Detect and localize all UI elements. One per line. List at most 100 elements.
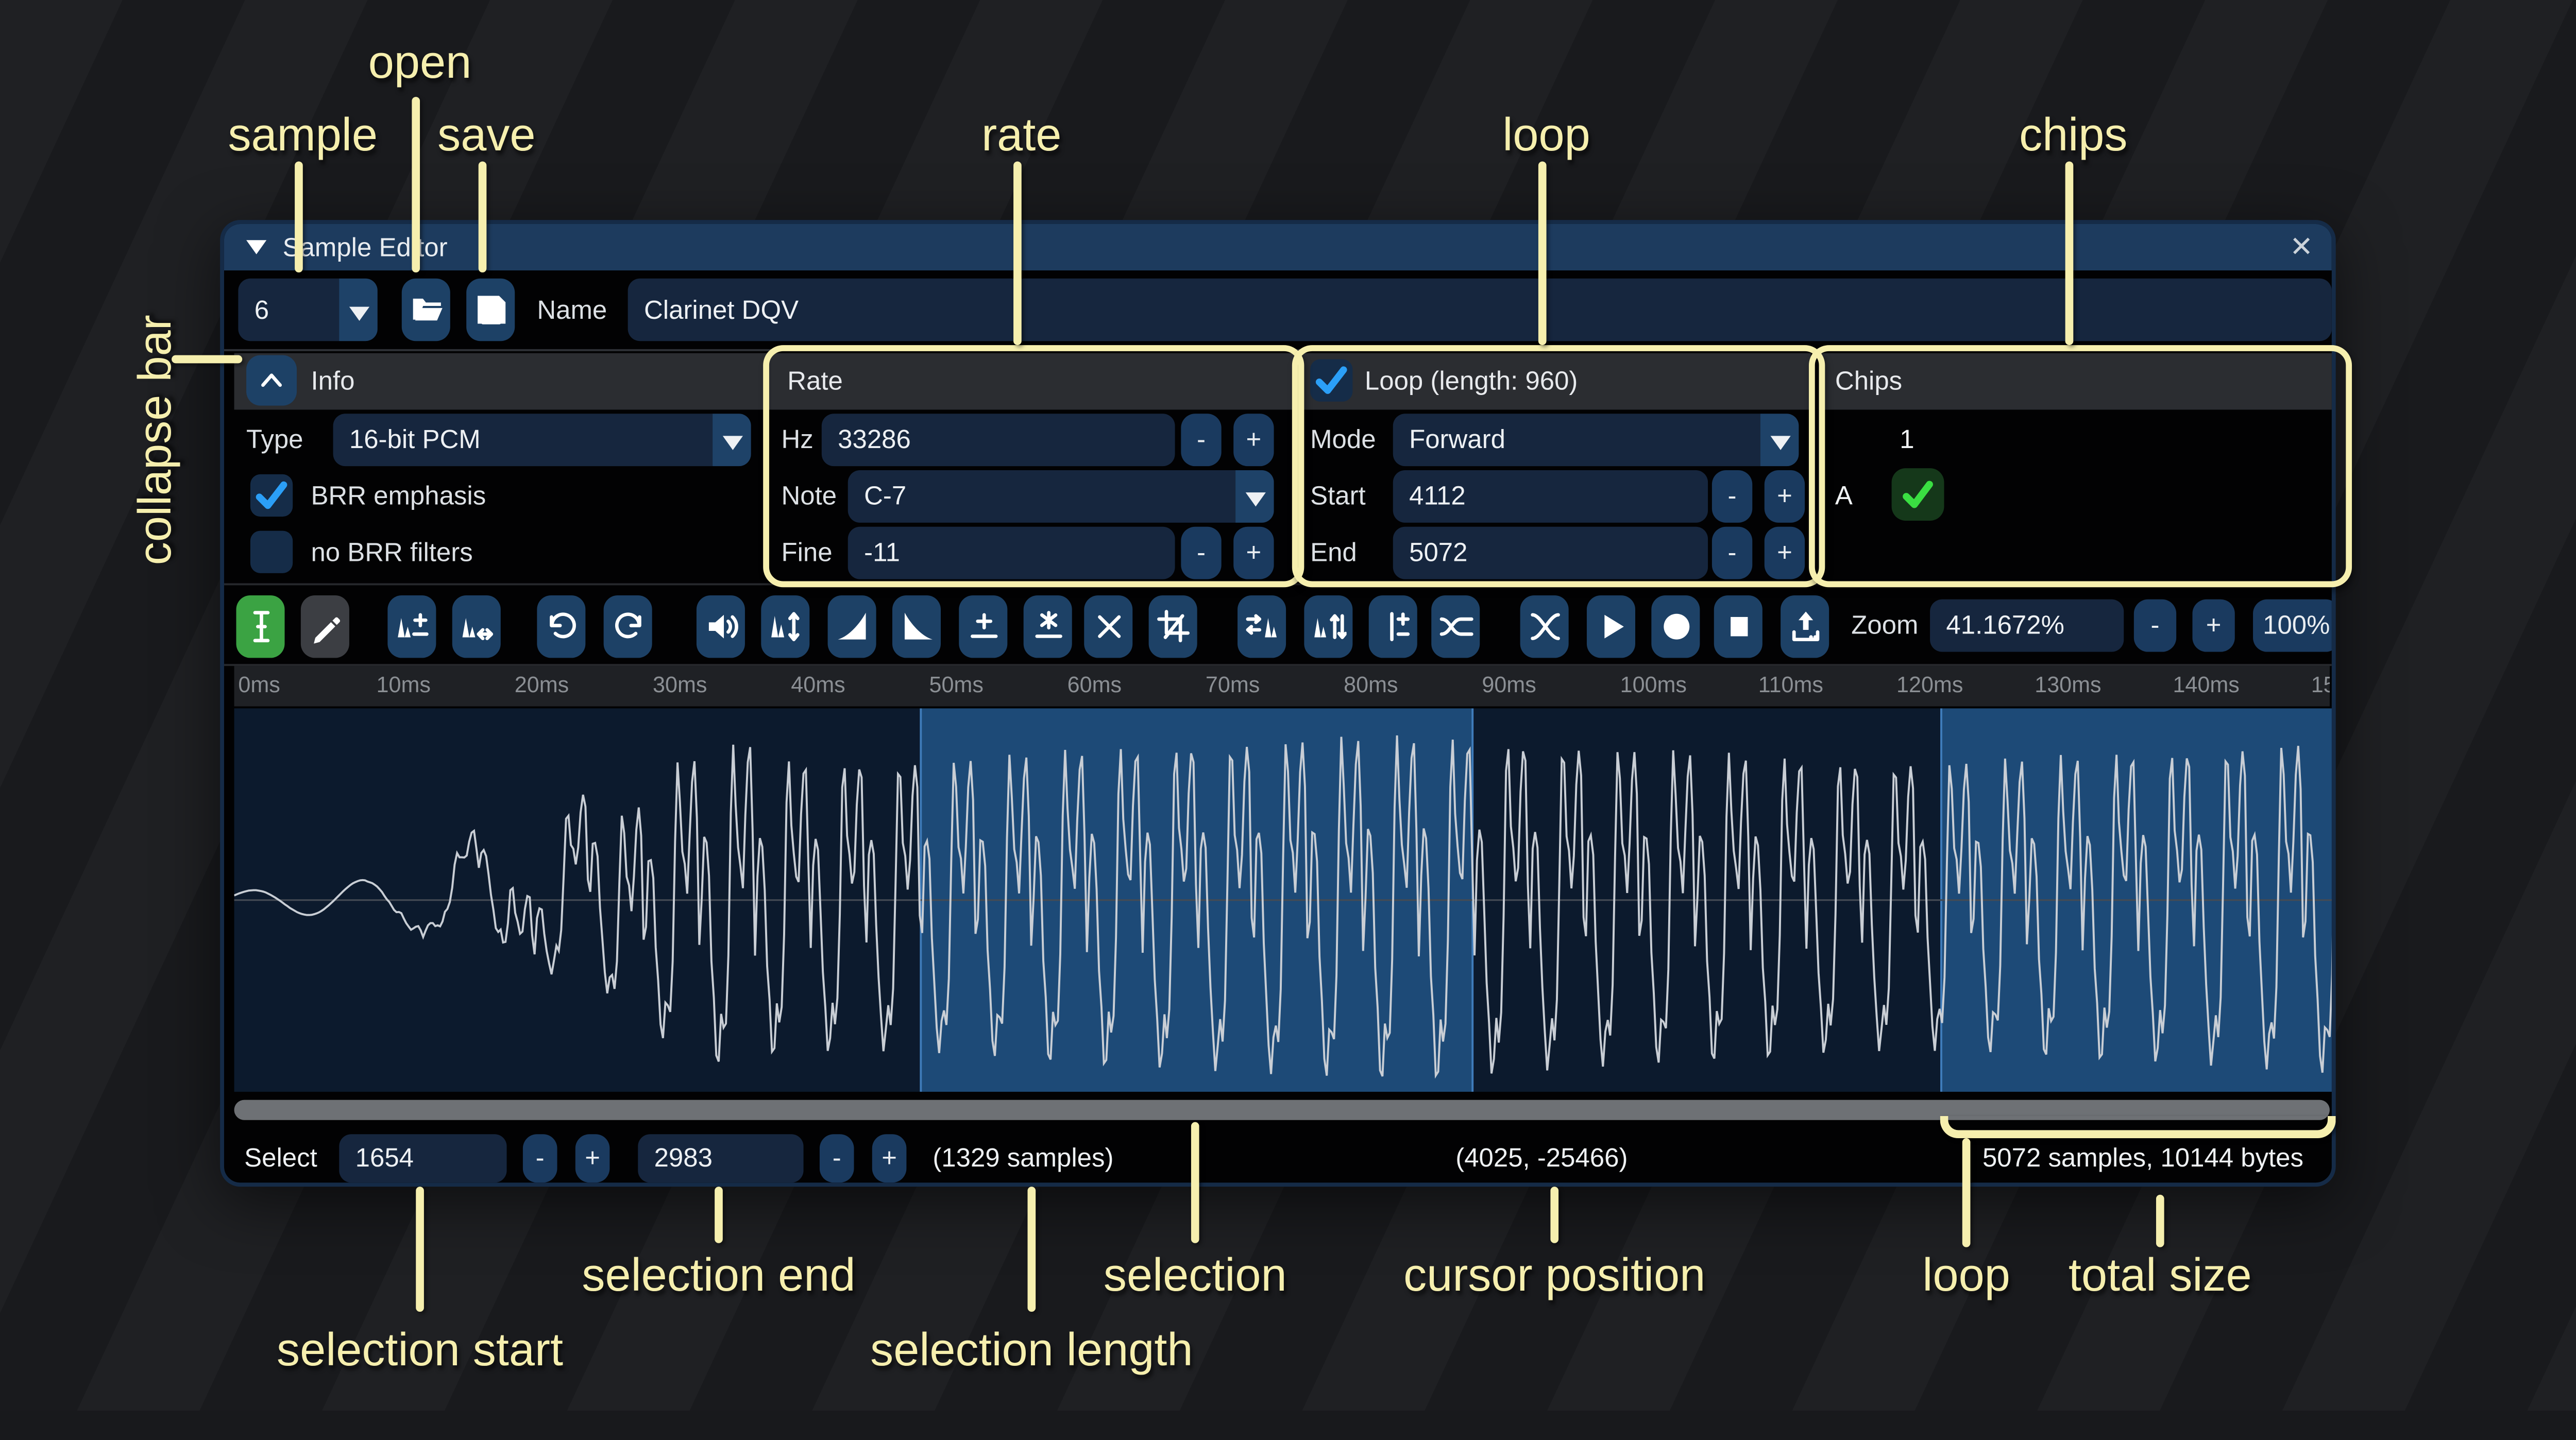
note-select[interactable]: C-7	[848, 470, 1274, 523]
invert-button[interactable]	[1304, 595, 1352, 658]
normalize-button[interactable]	[761, 595, 809, 658]
zoom-in-button[interactable]: +	[2192, 599, 2234, 652]
rate-section: Rate Hz 33286 - + Note C-7 Fine -11 - +	[771, 353, 1294, 575]
zoom-input[interactable]: 41.1672%	[1930, 599, 2124, 652]
timeline-label: 60ms	[1067, 666, 1122, 706]
annotation-chips: chips	[2019, 108, 2127, 163]
reverse-button[interactable]	[1238, 595, 1286, 658]
chevron-down-icon[interactable]	[1760, 414, 1799, 466]
resample-button[interactable]	[452, 595, 501, 658]
loop-end-label: End	[1310, 527, 1357, 579]
loop-start-plus-button[interactable]: +	[1765, 470, 1805, 523]
save-sample-button[interactable]	[466, 279, 515, 341]
edit-cursor-icon	[243, 609, 278, 644]
play-button[interactable]	[1587, 595, 1635, 658]
fine-plus-button[interactable]: +	[1233, 527, 1274, 579]
open-sample-button[interactable]	[402, 279, 450, 341]
redo-button[interactable]	[604, 595, 652, 658]
selection-end-minus-button[interactable]: -	[820, 1134, 854, 1182]
selection-end-input[interactable]: 2983	[638, 1134, 803, 1182]
no-brr-filters-label: no BRR filters	[311, 527, 472, 579]
annotation-line-selection-end	[715, 1187, 723, 1243]
fade-in-button[interactable]	[828, 595, 876, 658]
timeline-label: 90ms	[1482, 666, 1536, 706]
zoom-label: Zoom	[1851, 585, 1918, 664]
loop-mode-value: Forward	[1393, 414, 1760, 466]
annotation-line-selection-start	[416, 1187, 424, 1312]
stop-button[interactable]	[1714, 595, 1762, 658]
chip-enable-checkbox[interactable]	[1892, 468, 1944, 521]
window-titlebar[interactable]: Sample Editor ✕	[224, 224, 2332, 270]
loop-start-minus-button[interactable]: -	[1712, 470, 1752, 523]
chips-header: Chips	[1835, 353, 1902, 410]
trim-button[interactable]	[1149, 595, 1197, 658]
play-note-button[interactable]	[1651, 595, 1700, 658]
hz-label: Hz	[781, 414, 813, 466]
annotation-cursor-position: cursor position	[1403, 1248, 1705, 1303]
close-icon[interactable]: ✕	[2279, 224, 2324, 270]
chevron-down-icon[interactable]	[1235, 470, 1274, 523]
delete-button[interactable]	[1084, 595, 1132, 658]
hz-plus-button[interactable]: +	[1233, 414, 1274, 466]
undo-icon	[544, 609, 579, 644]
fine-minus-button[interactable]: -	[1181, 527, 1221, 579]
collapse-bar-button[interactable]	[246, 355, 297, 406]
selection-start-minus-button[interactable]: -	[523, 1134, 557, 1182]
loop-end-plus-button[interactable]: +	[1765, 527, 1805, 579]
play-note-icon	[1658, 609, 1693, 644]
annotation-line-rate	[1013, 161, 1022, 345]
loop-header: Loop (length: 960)	[1365, 353, 1578, 410]
zoom-reset-button[interactable]: 100%	[2253, 599, 2336, 652]
resize-button[interactable]	[387, 595, 436, 658]
timeline-label: 120ms	[1896, 666, 1963, 706]
sample-select[interactable]: 6	[238, 279, 377, 341]
chips-section: Chips 1 A	[1819, 353, 2336, 575]
mode-label: Mode	[1310, 414, 1376, 466]
fade-out-button[interactable]	[892, 595, 941, 658]
window-title: Sample Editor	[283, 224, 448, 270]
timeline-label: 40ms	[791, 666, 845, 706]
upload-button[interactable]	[1781, 595, 1829, 658]
annotation-selection-length: selection length	[870, 1323, 1193, 1378]
amplify-button[interactable]	[697, 595, 745, 658]
hz-minus-button[interactable]: -	[1181, 414, 1221, 466]
no-brr-filters-checkbox[interactable]	[250, 531, 293, 573]
info-section: Info Type 16-bit PCM BRR emphasis no BRR…	[234, 353, 771, 575]
annotation-line-chips	[2065, 161, 2074, 345]
selection-start-input[interactable]: 1654	[339, 1134, 506, 1182]
loop-start-input[interactable]: 4112	[1393, 470, 1708, 523]
loop-mode-select[interactable]: Forward	[1393, 414, 1799, 466]
check-icon	[250, 474, 293, 517]
timeline-label: 100ms	[1620, 666, 1687, 706]
crossfade-icon	[1527, 609, 1562, 644]
timeline-label: 50ms	[929, 666, 983, 706]
selection-end-plus-button[interactable]: +	[872, 1134, 907, 1182]
filter-button[interactable]	[1431, 595, 1480, 658]
annotation-selection-start: selection start	[277, 1323, 563, 1378]
hz-input[interactable]: 33286	[822, 414, 1175, 466]
brr-emphasis-checkbox[interactable]	[250, 474, 293, 517]
chevron-down-icon[interactable]	[713, 414, 751, 466]
waveform-display[interactable]	[234, 708, 2336, 1092]
annotation-selection: selection	[1104, 1248, 1287, 1303]
fine-input[interactable]: -11	[848, 527, 1175, 579]
zoom-out-button[interactable]: -	[2134, 599, 2176, 652]
annotation-bracket-loop	[1940, 1116, 2336, 1138]
window-collapse-icon[interactable]	[246, 240, 266, 264]
crossfade-button[interactable]	[1520, 595, 1569, 658]
loop-end-minus-button[interactable]: -	[1712, 527, 1752, 579]
annotation-line-collapse-bar	[172, 355, 242, 364]
name-input[interactable]: Clarinet DQV	[628, 279, 2332, 341]
selection-start-plus-button[interactable]: +	[575, 1134, 610, 1182]
chevron-down-icon[interactable]	[339, 279, 377, 341]
pencil-button[interactable]	[301, 595, 349, 658]
timeline-label: 30ms	[653, 666, 707, 706]
sign-button[interactable]	[1369, 595, 1417, 658]
edit-cursor-button[interactable]	[236, 595, 284, 658]
apply-silence-button[interactable]	[1024, 595, 1072, 658]
undo-button[interactable]	[537, 595, 585, 658]
loop-enabled-checkbox[interactable]	[1310, 359, 1352, 401]
loop-end-input[interactable]: 5072	[1393, 527, 1708, 579]
type-select[interactable]: 16-bit PCM	[333, 414, 751, 466]
insert-silence-button[interactable]	[959, 595, 1007, 658]
